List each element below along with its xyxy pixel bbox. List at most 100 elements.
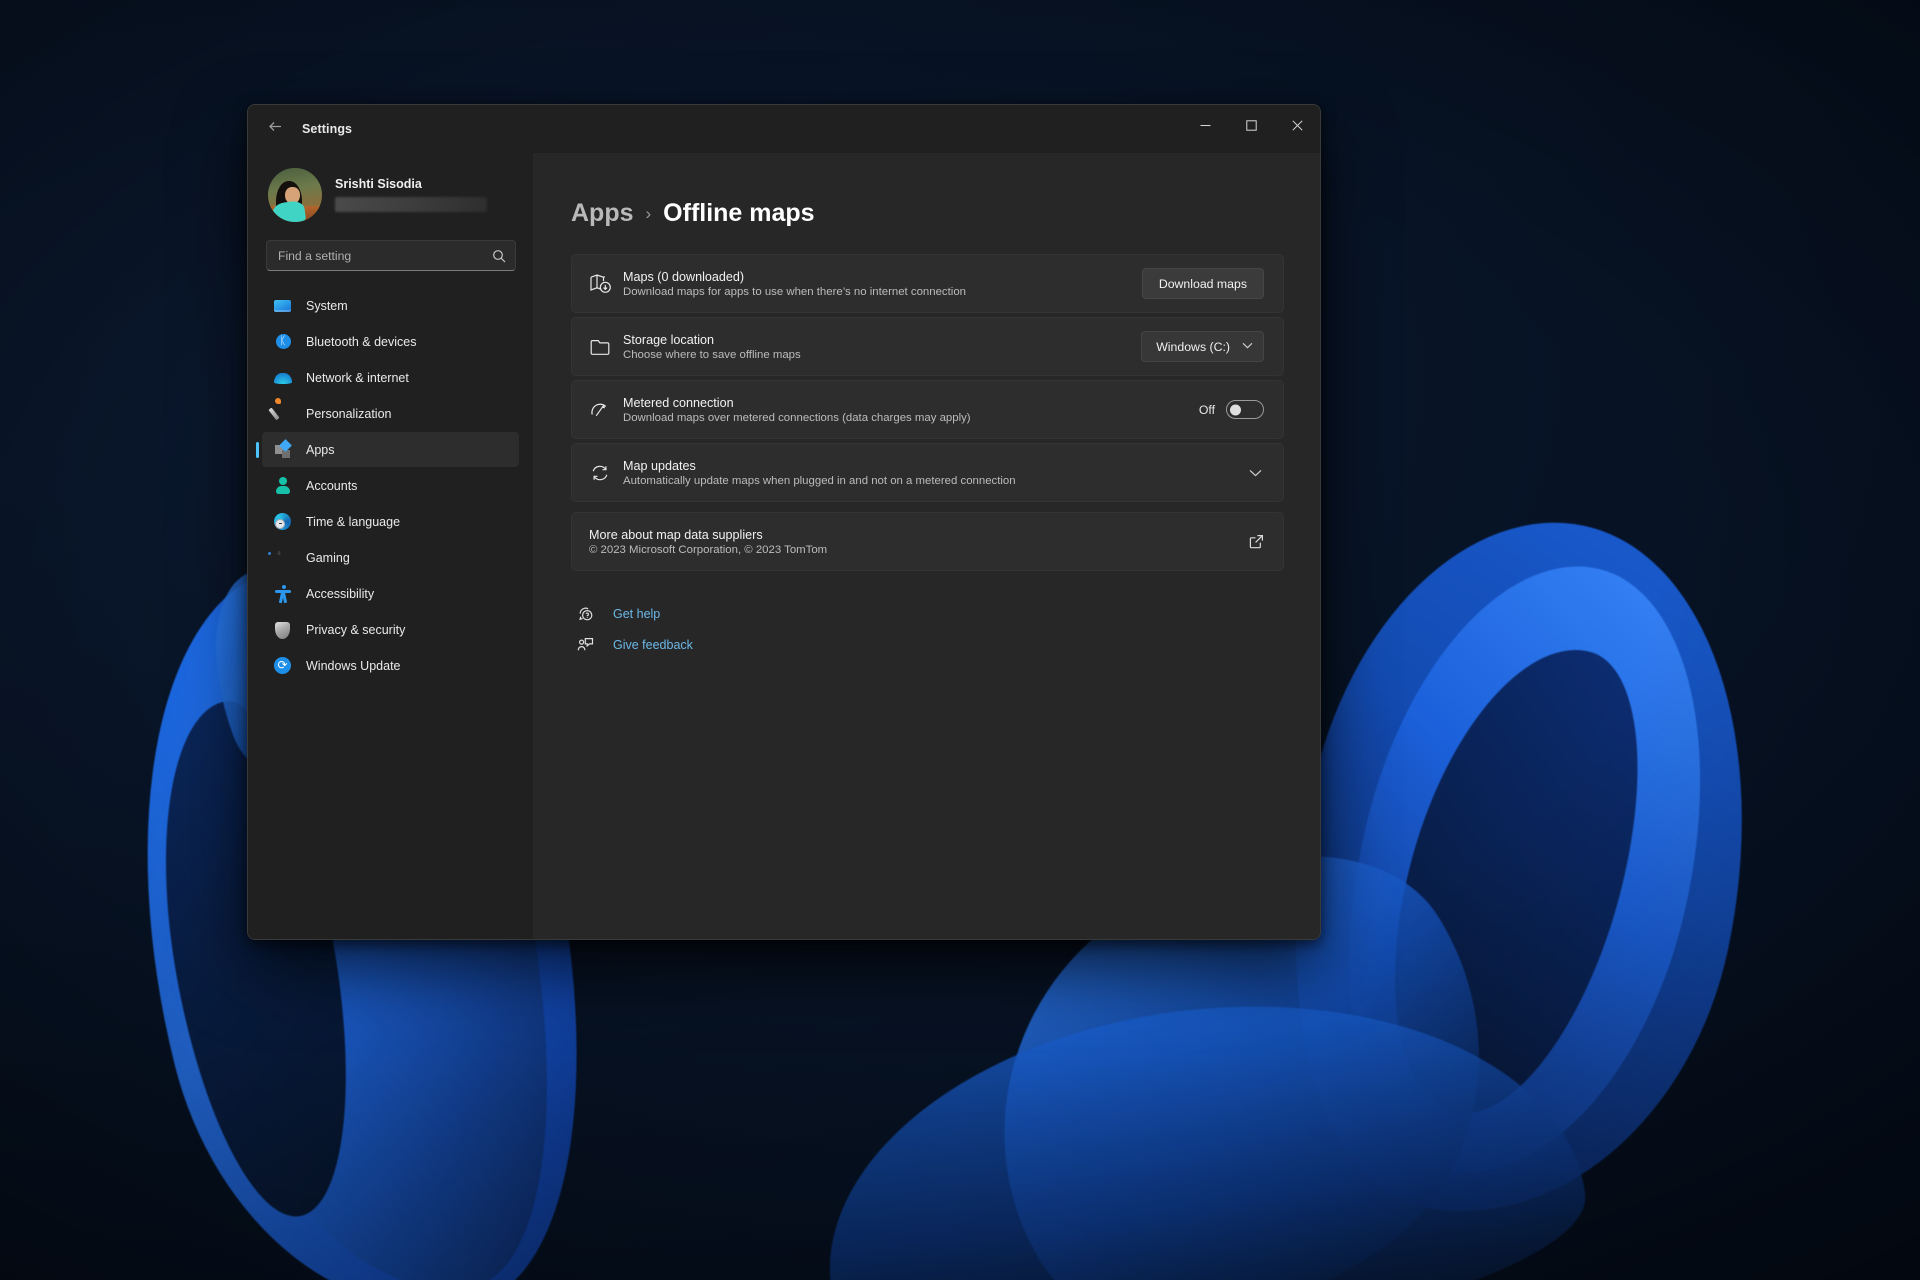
get-help-label: Get help: [613, 607, 660, 621]
maximize-icon: [1246, 120, 1257, 131]
sidebar-item-label: Gaming: [306, 551, 350, 565]
sidebar: Srishti Sisodia System: [248, 153, 533, 939]
account-email-redacted: [335, 197, 487, 212]
maps-title: Maps (0 downloaded): [623, 270, 1142, 284]
minimize-button[interactable]: [1182, 105, 1228, 145]
metered-gauge-icon: [589, 399, 623, 421]
refresh-icon: [589, 462, 623, 484]
personalization-brush-icon: [274, 405, 292, 423]
sidebar-item-windows-update[interactable]: ⟳ Windows Update: [262, 648, 519, 683]
window-body: Srishti Sisodia System: [248, 153, 1320, 939]
external-link-icon[interactable]: [1249, 534, 1264, 549]
shield-icon: [274, 621, 292, 639]
settings-window: Settings: [247, 104, 1321, 940]
help-links: Get help Give feedback: [571, 605, 1284, 653]
download-maps-button[interactable]: Download maps: [1142, 268, 1264, 299]
get-help-link[interactable]: Get help: [571, 605, 1284, 622]
search-input[interactable]: [278, 249, 492, 263]
give-feedback-link[interactable]: Give feedback: [571, 636, 1284, 653]
suppliers-subtitle: © 2023 Microsoft Corporation, © 2023 Tom…: [589, 544, 1249, 556]
chevron-down-icon: [1242, 341, 1253, 352]
suppliers-title: More about map data suppliers: [589, 528, 1249, 542]
sidebar-item-label: Accessibility: [306, 587, 374, 601]
metered-connection-row: Metered connection Download maps over me…: [571, 380, 1284, 439]
avatar: [268, 168, 322, 222]
account-name: Srishti Sisodia: [335, 177, 487, 191]
maps-subtitle: Download maps for apps to use when there…: [623, 286, 1142, 298]
back-button[interactable]: [258, 114, 292, 144]
map-updates-title: Map updates: [623, 459, 1249, 473]
metered-subtitle: Download maps over metered connections (…: [623, 412, 1199, 424]
network-icon: [274, 369, 292, 387]
apps-icon: [274, 441, 292, 459]
back-arrow-icon: [267, 118, 284, 140]
account-header[interactable]: Srishti Sisodia: [262, 153, 519, 227]
time-clock-icon: [274, 513, 292, 531]
storage-location-row: Storage location Choose where to save of…: [571, 317, 1284, 376]
folder-icon: [589, 336, 623, 358]
metered-toggle-state: Off: [1199, 403, 1215, 417]
sidebar-item-label: Personalization: [306, 407, 391, 421]
map-data-suppliers-row[interactable]: More about map data suppliers © 2023 Mic…: [571, 512, 1284, 571]
storage-location-value: Windows (C:): [1156, 340, 1230, 354]
bluetooth-icon: ᛕ: [274, 333, 292, 351]
give-feedback-label: Give feedback: [613, 638, 693, 652]
sidebar-item-label: System: [306, 299, 348, 313]
sidebar-item-label: Bluetooth & devices: [306, 335, 417, 349]
storage-location-dropdown[interactable]: Windows (C:): [1141, 331, 1264, 362]
sidebar-item-label: Privacy & security: [306, 623, 405, 637]
main-content: Apps › Offline maps: [533, 153, 1320, 939]
sidebar-item-label: Network & internet: [306, 371, 409, 385]
wallpaper-ribbon: [1290, 529, 1760, 1210]
sidebar-nav: System ᛕ Bluetooth & devices Network & i…: [262, 288, 519, 683]
window-controls: [1182, 105, 1320, 145]
close-button[interactable]: [1274, 105, 1320, 145]
storage-subtitle: Choose where to save offline maps: [623, 349, 1141, 361]
breadcrumb-separator: ›: [646, 204, 652, 224]
map-updates-row[interactable]: Map updates Automatically update maps wh…: [571, 443, 1284, 502]
breadcrumb-root[interactable]: Apps: [571, 199, 634, 228]
accessibility-icon: [274, 585, 292, 603]
sidebar-item-label: Apps: [306, 443, 335, 457]
sidebar-item-network-internet[interactable]: Network & internet: [262, 360, 519, 395]
maps-row: Maps (0 downloaded) Download maps for ap…: [571, 254, 1284, 313]
search-box[interactable]: [266, 240, 516, 271]
map-updates-subtitle: Automatically update maps when plugged i…: [623, 475, 1249, 487]
sidebar-item-accounts[interactable]: Accounts: [262, 468, 519, 503]
accounts-person-icon: [274, 477, 292, 495]
sidebar-item-accessibility[interactable]: Accessibility: [262, 576, 519, 611]
sidebar-item-bluetooth-devices[interactable]: ᛕ Bluetooth & devices: [262, 324, 519, 359]
metered-connection-toggle[interactable]: [1226, 400, 1264, 419]
sidebar-item-label: Windows Update: [306, 659, 401, 673]
wallpaper-ribbon: [1348, 620, 1682, 1139]
help-question-icon: [575, 605, 595, 622]
metered-title: Metered connection: [623, 396, 1199, 410]
sidebar-item-gaming[interactable]: Gaming: [262, 540, 519, 575]
sidebar-item-privacy-security[interactable]: Privacy & security: [262, 612, 519, 647]
maximize-button[interactable]: [1228, 105, 1274, 145]
chevron-down-icon[interactable]: [1249, 465, 1264, 480]
map-download-icon: [589, 272, 623, 295]
feedback-icon: [575, 636, 595, 653]
sidebar-item-personalization[interactable]: Personalization: [262, 396, 519, 431]
sidebar-item-time-language[interactable]: Time & language: [262, 504, 519, 539]
sidebar-item-label: Accounts: [306, 479, 357, 493]
sidebar-item-system[interactable]: System: [262, 288, 519, 323]
windows-update-icon: ⟳: [274, 657, 292, 675]
sidebar-item-label: Time & language: [306, 515, 400, 529]
wallpaper-ribbon: [803, 965, 1598, 1280]
metered-toggle-group: Off: [1199, 400, 1264, 419]
breadcrumb: Apps › Offline maps: [571, 199, 1284, 228]
storage-title: Storage location: [623, 333, 1141, 347]
search-icon: [492, 249, 506, 263]
minimize-icon: [1200, 120, 1211, 131]
window-title: Settings: [302, 122, 352, 136]
sidebar-item-apps[interactable]: Apps: [262, 432, 519, 467]
gaming-controller-icon: [274, 549, 292, 567]
title-bar: Settings: [248, 105, 1320, 153]
toggle-knob: [1230, 404, 1241, 415]
system-icon: [274, 297, 292, 315]
desktop-background: Settings: [0, 0, 1920, 1280]
close-icon: [1292, 120, 1303, 131]
page-title: Offline maps: [663, 199, 814, 228]
